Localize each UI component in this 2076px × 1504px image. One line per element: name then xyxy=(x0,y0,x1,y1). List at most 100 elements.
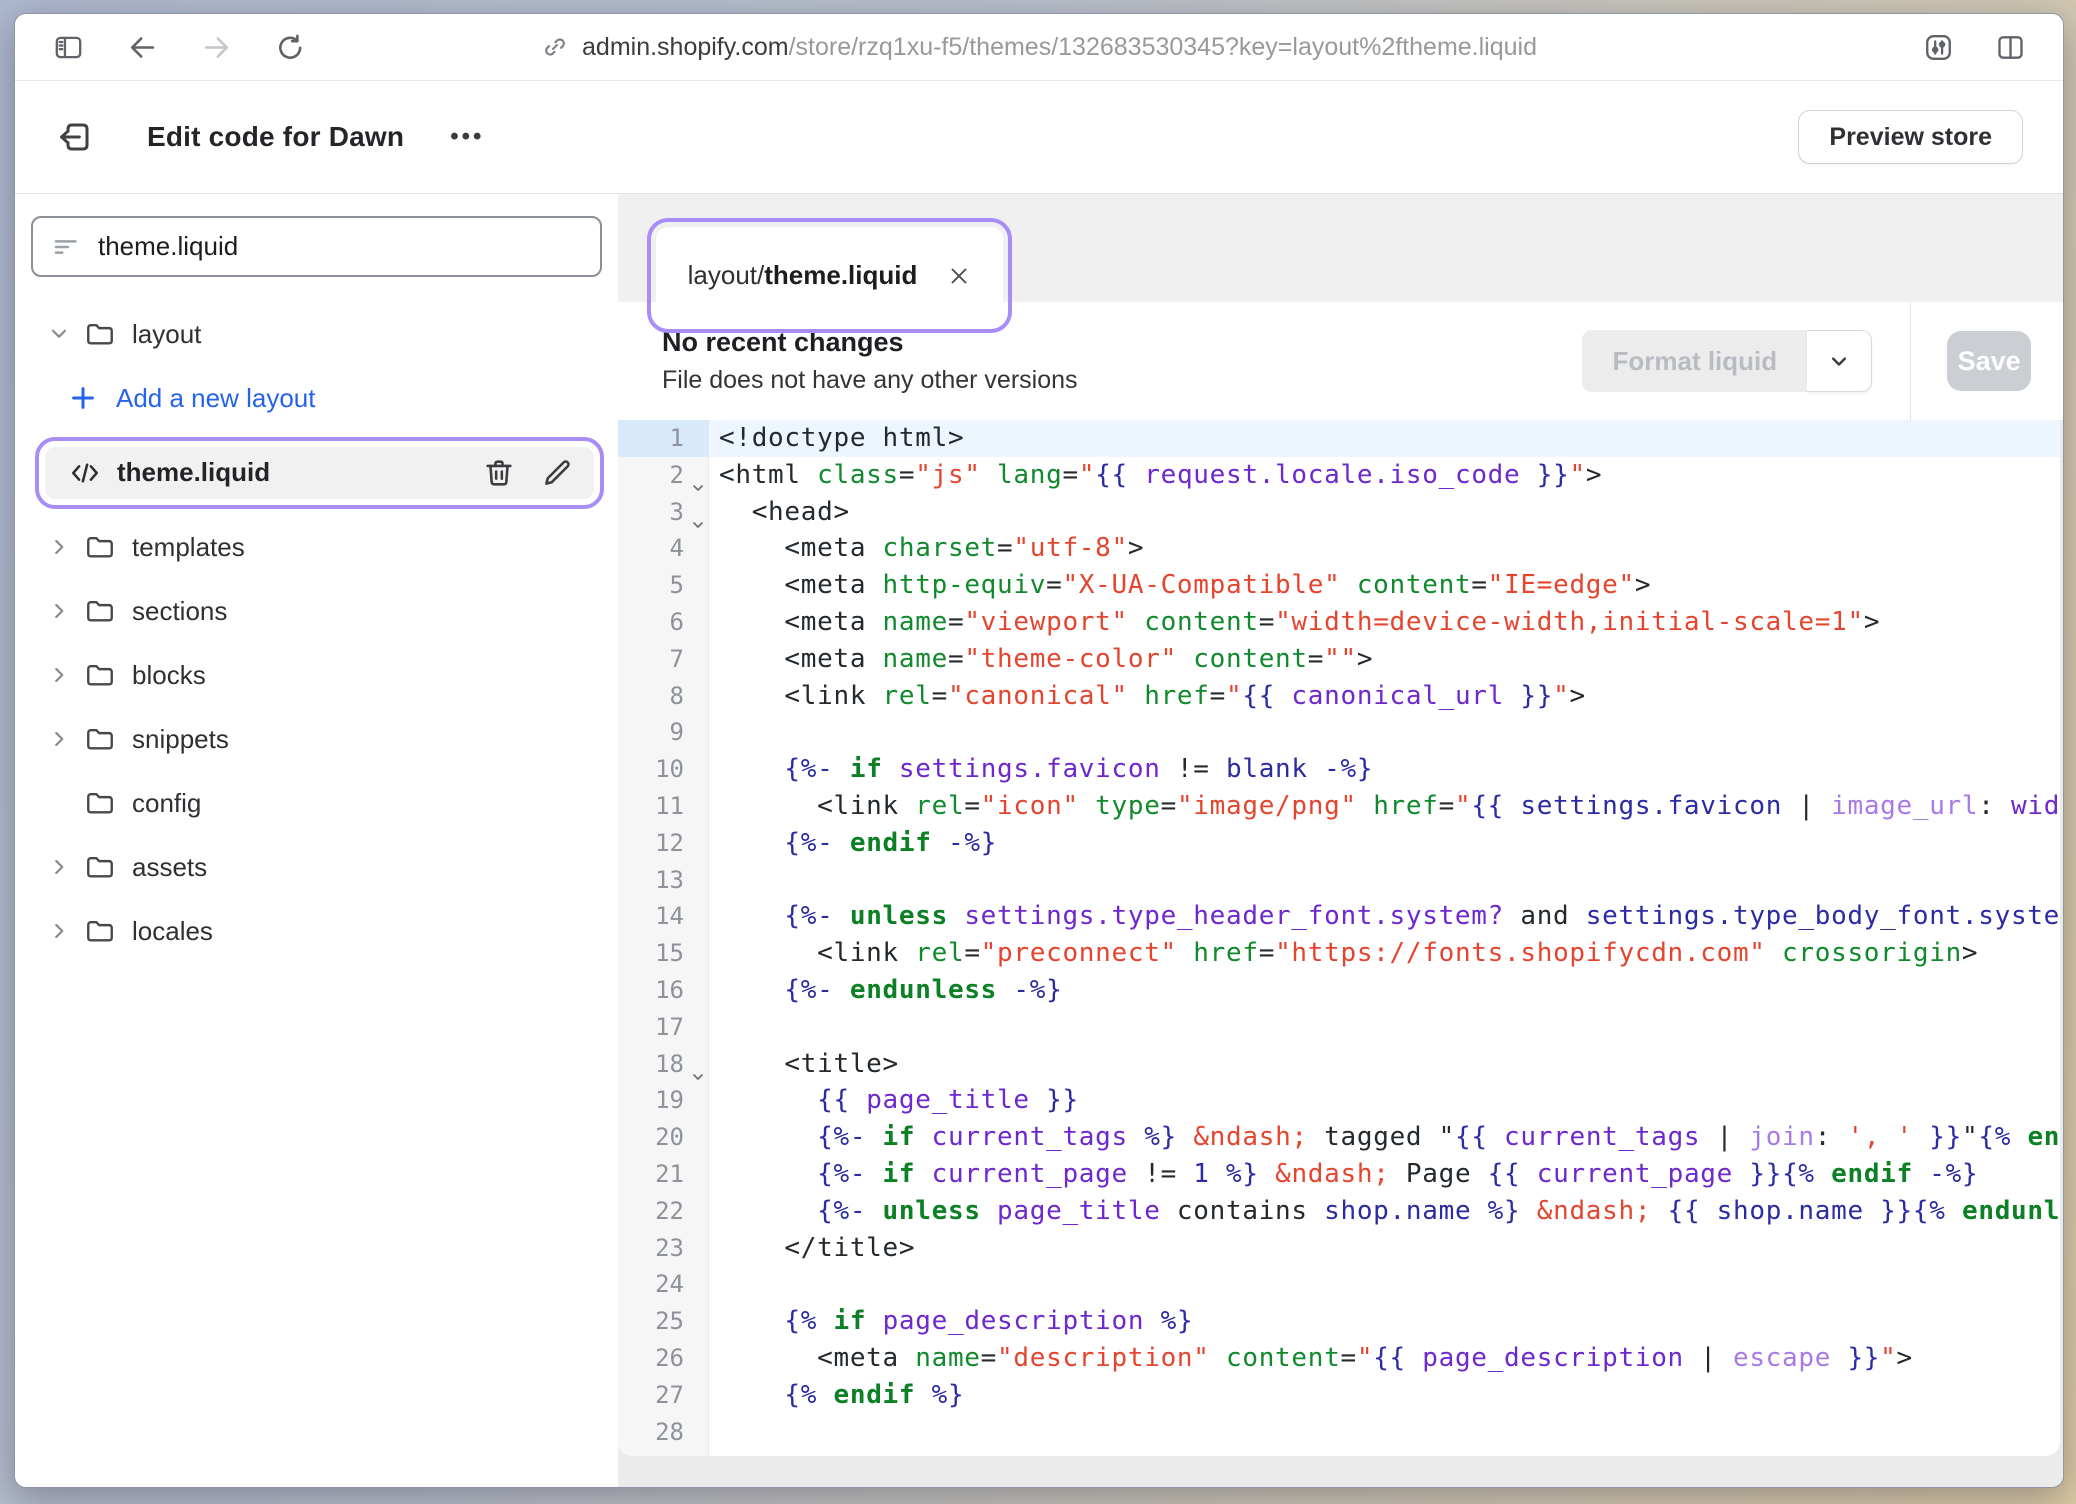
line-number: 6 xyxy=(618,604,708,641)
reload-icon[interactable] xyxy=(267,24,313,70)
delete-file-icon[interactable] xyxy=(482,456,516,490)
sidebar-item-sections[interactable]: sections xyxy=(15,579,618,643)
code-line[interactable] xyxy=(709,1009,2060,1046)
file-search[interactable] xyxy=(31,216,602,277)
split-view-icon[interactable] xyxy=(1987,24,2033,70)
code-line[interactable]: {% if page_description %} xyxy=(709,1303,2060,1340)
desktop-background: admin.shopify.com/store/rzq1xu-f5/themes… xyxy=(0,0,2076,1504)
code-line[interactable] xyxy=(709,714,2060,751)
sidebar-item-assets[interactable]: assets xyxy=(15,835,618,899)
folder-label: blocks xyxy=(132,660,206,691)
folder-icon xyxy=(84,915,116,947)
line-number: 14 xyxy=(618,898,708,935)
sidebar-toggle-icon[interactable] xyxy=(45,24,91,70)
code-line[interactable]: <!doctype html> xyxy=(709,420,2060,457)
code-line[interactable]: {{ page_title }} xyxy=(709,1082,2060,1119)
exit-code-editor-icon[interactable] xyxy=(55,115,99,159)
chevron-down-icon[interactable] xyxy=(46,321,72,347)
browser-window: admin.shopify.com/store/rzq1xu-f5/themes… xyxy=(14,13,2064,1488)
chevron-right-icon[interactable] xyxy=(46,918,72,944)
code-line[interactable]: {%- unless settings.type_header_font.sys… xyxy=(709,898,2060,935)
code-line[interactable]: <meta name="theme-color" content=""> xyxy=(709,641,2060,678)
tab-theme-liquid[interactable]: layout/theme.liquid xyxy=(656,227,1003,324)
line-number: 3 xyxy=(618,494,708,531)
chevron-right-icon[interactable] xyxy=(46,662,72,688)
code-line[interactable]: <head> xyxy=(709,494,2060,531)
code-lines[interactable]: <!doctype html><html class="js" lang="{{… xyxy=(709,420,2060,1456)
chevron-right-icon[interactable] xyxy=(46,598,72,624)
format-liquid-label[interactable]: Format liquid xyxy=(1582,330,1807,392)
code-line[interactable]: {%- endif -%} xyxy=(709,825,2060,862)
sidebar-item-layout[interactable]: layout xyxy=(15,302,618,366)
code-line[interactable]: {%- if current_page != 1 %} &ndash; Page… xyxy=(709,1156,2060,1193)
sidebar-item-config[interactable]: config xyxy=(15,771,618,835)
sidebar-item-templates[interactable]: templates xyxy=(15,515,618,579)
folder-label: sections xyxy=(132,596,227,627)
chevron-right-icon[interactable] xyxy=(46,854,72,880)
line-number: 24 xyxy=(618,1266,708,1303)
folder-label: snippets xyxy=(132,724,229,755)
code-line[interactable]: <meta http-equiv="X-UA-Compatible" conte… xyxy=(709,567,2060,604)
back-icon[interactable] xyxy=(119,24,165,70)
line-number: 13 xyxy=(618,862,708,899)
line-number: 19 xyxy=(618,1082,708,1119)
more-menu-button[interactable]: ••• xyxy=(450,123,484,151)
folder-icon xyxy=(84,531,116,563)
add-new-layout-label: Add a new layout xyxy=(116,383,315,414)
sidebar-item-snippets[interactable]: snippets xyxy=(15,707,618,771)
fold-chevron-icon[interactable] xyxy=(690,1059,706,1075)
line-number: 26 xyxy=(618,1340,708,1377)
preview-store-button[interactable]: Preview store xyxy=(1798,110,2023,164)
code-line[interactable]: <meta name="viewport" content="width=dev… xyxy=(709,604,2060,641)
close-tab-icon[interactable] xyxy=(947,264,971,288)
code-line[interactable]: <html class="js" lang="{{ request.locale… xyxy=(709,457,2060,494)
code-line[interactable]: <link rel="icon" type="image/png" href="… xyxy=(709,788,2060,825)
code-line[interactable]: <link rel="canonical" href="{{ canonical… xyxy=(709,678,2060,715)
search-input[interactable] xyxy=(96,230,582,263)
line-number: 5 xyxy=(618,567,708,604)
fold-chevron-icon[interactable] xyxy=(690,507,706,523)
sidebar-item-blocks[interactable]: blocks xyxy=(15,643,618,707)
code-line[interactable]: {%- if settings.favicon != blank -%} xyxy=(709,751,2060,788)
code-line[interactable]: <link rel="preconnect" href="https://fon… xyxy=(709,935,2060,972)
code-line[interactable]: <meta name="description" content="{{ pag… xyxy=(709,1340,2060,1377)
folder-label: layout xyxy=(132,319,201,350)
format-liquid-button[interactable]: Format liquid xyxy=(1582,330,1872,392)
line-number: 25 xyxy=(618,1303,708,1340)
chevron-right-icon[interactable] xyxy=(46,534,72,560)
line-number: 20 xyxy=(618,1119,708,1156)
add-new-layout-button[interactable]: Add a new layout xyxy=(15,366,618,430)
code-line[interactable]: <meta charset="utf-8"> xyxy=(709,530,2060,567)
code-line[interactable]: {%- endunless -%} xyxy=(709,972,2060,1009)
code-line[interactable] xyxy=(709,862,2060,899)
code-line[interactable]: {%- if current_tags %} &ndash; tagged "{… xyxy=(709,1119,2060,1156)
selected-file-slot: theme.liquid xyxy=(15,430,618,515)
code-line[interactable]: {% render 'meta-tags' %} xyxy=(709,1450,2060,1456)
folder-label: templates xyxy=(132,532,245,563)
line-number: 9 xyxy=(618,714,708,751)
forward-icon[interactable] xyxy=(193,24,239,70)
browser-toolbar: admin.shopify.com/store/rzq1xu-f5/themes… xyxy=(15,14,2063,81)
code-line[interactable]: </title> xyxy=(709,1230,2060,1267)
sidebar-file-theme-liquid[interactable]: theme.liquid xyxy=(45,447,594,499)
fold-chevron-icon[interactable] xyxy=(690,470,706,486)
code-line[interactable]: {% endif %} xyxy=(709,1377,2060,1414)
address-bar[interactable]: admin.shopify.com/store/rzq1xu-f5/themes… xyxy=(541,14,1537,80)
code-line[interactable] xyxy=(709,1266,2060,1303)
line-number: 7 xyxy=(618,641,708,678)
sidebar-item-locales[interactable]: locales xyxy=(15,899,618,963)
code-line[interactable]: <title> xyxy=(709,1046,2060,1083)
save-button[interactable]: Save xyxy=(1947,331,2031,391)
link-icon xyxy=(541,33,569,61)
folder-label: config xyxy=(132,788,201,819)
code-line[interactable] xyxy=(709,1414,2060,1451)
chevron-right-icon[interactable] xyxy=(46,726,72,752)
page-settings-icon[interactable] xyxy=(1915,24,1961,70)
rename-file-icon[interactable] xyxy=(540,456,574,490)
folder-label: locales xyxy=(132,916,213,947)
code-line[interactable]: {%- unless page_title contains shop.name… xyxy=(709,1193,2060,1230)
url-host: admin.shopify.com xyxy=(582,33,789,61)
format-options-dropdown[interactable] xyxy=(1807,330,1872,392)
code-editor[interactable]: 1234567891011121314151617181920212223242… xyxy=(618,420,2060,1456)
app-header: Edit code for Dawn ••• Preview store xyxy=(15,81,2063,194)
